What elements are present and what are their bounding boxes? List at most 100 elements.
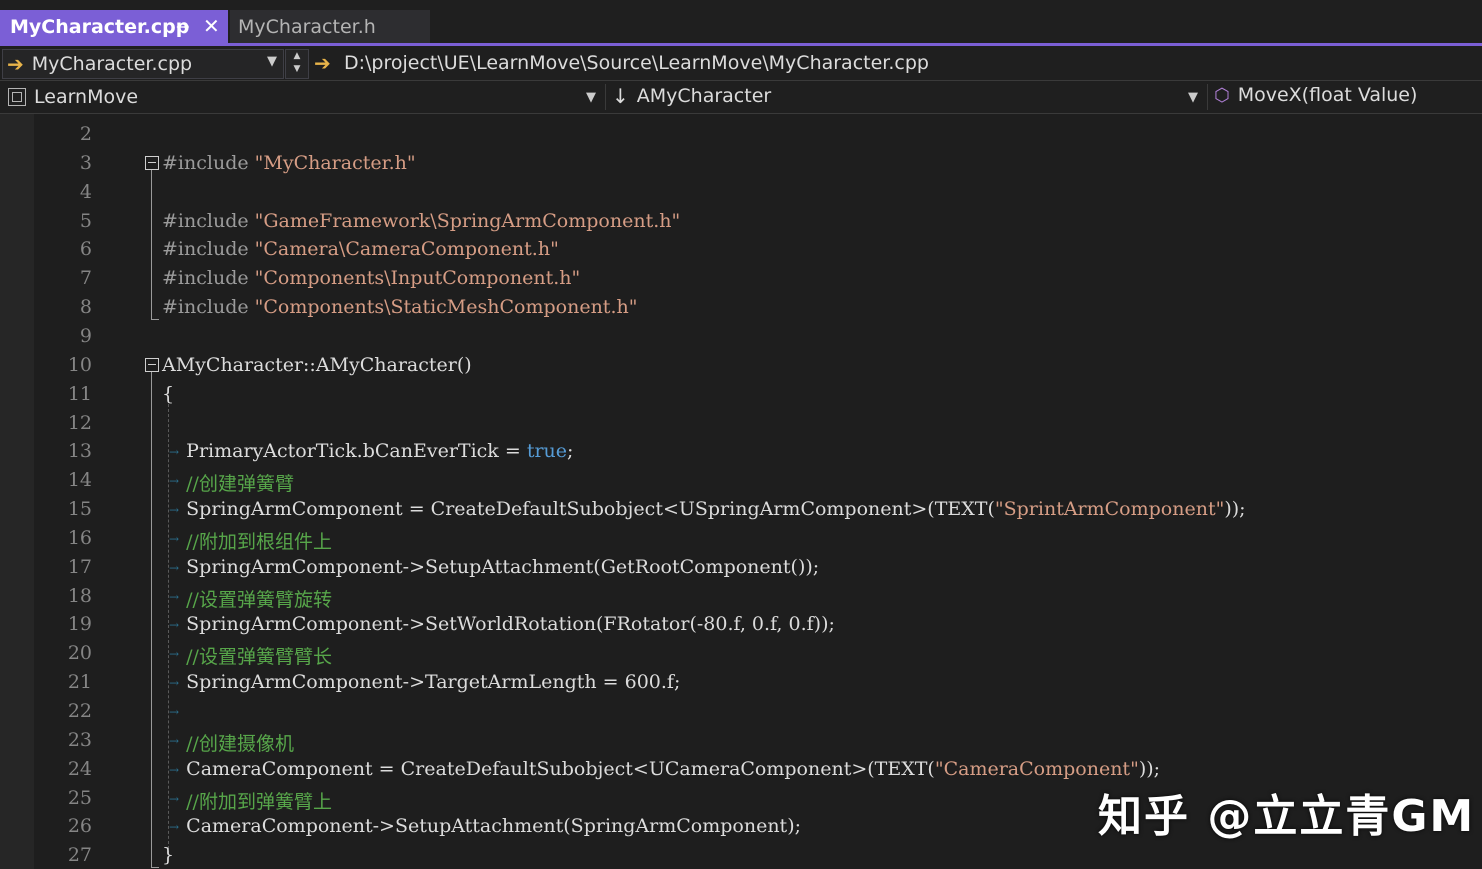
code-line[interactable]: 21 SpringArmComponent->TargetArmLength =… — [0, 668, 1482, 697]
code-text: //创建弹簧臂 — [162, 469, 294, 496]
member-label: MoveX(float Value) — [1237, 84, 1418, 106]
line-number: 12 — [67, 411, 92, 434]
tab-marker-icon: → — [169, 705, 180, 719]
code-token-str: "MyCharacter.h" — [254, 151, 416, 174]
code-token-text: SpringArmComponent = CreateDefaultSubobj… — [162, 498, 995, 521]
line-number: 3 — [79, 151, 92, 174]
tab-marker-icon: → — [169, 589, 180, 604]
chevron-down-icon[interactable]: ▼ — [586, 90, 596, 105]
code-text: //附加到弹簧臂上 — [162, 787, 332, 814]
line-number: 20 — [67, 642, 92, 665]
line-number: 27 — [67, 844, 92, 867]
line-number: 22 — [67, 700, 92, 722]
chevron-down-icon[interactable]: ▼ — [1188, 90, 1198, 105]
member-dropdown[interactable]: ⬡ MoveX(float Value) — [1214, 84, 1417, 106]
code-token-str: "Components\InputComponent.h" — [254, 267, 581, 290]
navigation-spinner[interactable]: ▲ ▼ — [285, 49, 309, 79]
code-line[interactable]: 2 — [0, 120, 1482, 149]
code-line[interactable]: 6 #include "Camera\CameraComponent.h" — [0, 235, 1482, 264]
file-path: D:\project\UE\LearnMove\Source\LearnMove… — [344, 52, 929, 74]
code-token-tail: )); — [1138, 757, 1161, 780]
line-number: 14 — [67, 469, 92, 492]
code-line[interactable]: 7 #include "Components\InputComponent.h" — [0, 264, 1482, 293]
code-text: #include "GameFramework\SpringArmCompone… — [162, 210, 680, 232]
code-token-text: SpringArmComponent->SetWorldRotation(FRo… — [162, 613, 835, 636]
code-token-str: "GameFramework\SpringArmComponent.h" — [254, 209, 681, 232]
line-number: 19 — [67, 613, 92, 636]
code-line[interactable]: 23 //创建摄像机 → — [0, 726, 1482, 755]
code-token-pp: #include — [162, 267, 255, 290]
tab-marker-icon: → — [169, 791, 180, 806]
tab-mycharacter-cpp[interactable]: MyCharacter.cpp ⊸ ✕ — [0, 10, 228, 43]
code-token-pp: #include — [162, 238, 255, 261]
chevron-down-icon[interactable]: ▼ — [267, 54, 277, 69]
line-number: 25 — [67, 786, 92, 809]
tab-marker-icon: → — [169, 474, 180, 489]
code-line[interactable]: 8 #include "Components\StaticMeshComponen… — [0, 293, 1482, 322]
method-cube-icon: ⬡ — [1214, 84, 1230, 106]
pin-icon[interactable]: ⊸ — [176, 17, 189, 36]
tab-mycharacter-h[interactable]: MyCharacter.h — [230, 10, 430, 43]
tab-label: MyCharacter.cpp — [10, 15, 190, 38]
code-text: CameraComponent = CreateDefaultSubobject… — [162, 758, 1160, 780]
code-line[interactable]: 12 — [0, 409, 1482, 438]
file-dropdown[interactable]: ➔ MyCharacter.cpp ▼ — [2, 49, 284, 79]
navigation-bar: LearnMove ▼ ↓ AMyCharacter ▼ ⬡ MoveX(flo… — [0, 81, 1482, 114]
code-line[interactable]: 14 //创建弹簧臂 → — [0, 466, 1482, 495]
line-number: 16 — [67, 526, 92, 549]
tab-marker-icon: → — [169, 560, 180, 575]
code-line[interactable]: 13 PrimaryActorTick.bCanEverTick = true;… — [0, 437, 1482, 466]
line-number: 7 — [79, 267, 92, 290]
divider — [1207, 84, 1208, 110]
code-line[interactable]: 19 SpringArmComponent->SetWorldRotation(… — [0, 610, 1482, 639]
code-token-kw: true — [526, 440, 568, 463]
line-number: 26 — [67, 815, 92, 838]
line-number: 4 — [79, 180, 92, 203]
code-token-text: } — [162, 844, 175, 867]
code-token-pp: #include — [162, 209, 255, 232]
code-token-pp: #include — [162, 296, 255, 319]
arrow-down-icon: ↓ — [612, 84, 629, 108]
class-dropdown[interactable]: ↓ AMyCharacter — [612, 84, 771, 108]
code-token-cmt: //创建弹簧臂 — [162, 473, 294, 496]
code-line[interactable]: 9 — [0, 322, 1482, 351]
code-line[interactable]: 17 SpringArmComponent->SetupAttachment(G… — [0, 553, 1482, 582]
line-number: 10 — [67, 353, 92, 376]
code-line[interactable]: 11 { — [0, 380, 1482, 409]
code-token-str: "CameraComponent" — [934, 757, 1139, 780]
code-token-text: SpringArmComponent->SetupAttachment(GetR… — [162, 555, 820, 578]
code-line[interactable]: 4 — [0, 178, 1482, 207]
code-line[interactable]: 3 #include "MyCharacter.h" — [0, 149, 1482, 178]
code-line[interactable]: 20 //设置弹簧臂臂长 → — [0, 639, 1482, 668]
code-line[interactable]: 10 AMyCharacter::AMyCharacter() — [0, 351, 1482, 380]
close-icon[interactable]: ✕ — [203, 14, 220, 38]
tab-marker-icon: → — [169, 618, 180, 633]
code-token-text: CameraComponent = CreateDefaultSubobject… — [162, 757, 935, 780]
line-number: 15 — [67, 498, 92, 521]
project-label: LearnMove — [34, 86, 139, 108]
code-token-text: CameraComponent->SetupAttachment(SpringA… — [162, 815, 802, 838]
code-editor[interactable]: 2 3 #include "MyCharacter.h" 4 5 #include "Ga… — [0, 114, 1482, 869]
line-number: 17 — [67, 555, 92, 578]
code-text: SpringArmComponent = CreateDefaultSubobj… — [162, 498, 1245, 521]
code-line[interactable]: 27} — [0, 841, 1482, 869]
project-icon — [8, 88, 26, 106]
code-token-cmt: //创建摄像机 — [162, 732, 294, 755]
file-dropdown-label: MyCharacter.cpp — [31, 53, 193, 75]
code-line[interactable]: 18 //设置弹簧臂旋转 → — [0, 582, 1482, 611]
code-text: #include "Components\StaticMeshComponent… — [162, 296, 637, 318]
code-line[interactable]: 5 #include "GameFramework\SpringArmCompon… — [0, 207, 1482, 236]
code-token-pp: #include — [162, 151, 255, 174]
tab-label: MyCharacter.h — [238, 15, 376, 38]
divider — [605, 84, 606, 110]
code-token-str: "Camera\CameraComponent.h" — [254, 238, 559, 261]
code-line[interactable]: 16 //附加到根组件上 → — [0, 524, 1482, 553]
tab-marker-icon: → — [169, 762, 180, 777]
project-dropdown[interactable]: LearnMove — [8, 84, 603, 110]
code-token-cmt: //附加到根组件上 — [162, 530, 332, 553]
arrow-right-icon: ➔ — [314, 51, 331, 75]
code-line[interactable]: 22 → — [0, 697, 1482, 726]
code-line[interactable]: 15 SpringArmComponent = CreateDefaultSub… — [0, 495, 1482, 524]
code-text: SpringArmComponent->TargetArmLength = 60… — [162, 671, 680, 693]
tab-marker-icon: → — [169, 820, 180, 835]
